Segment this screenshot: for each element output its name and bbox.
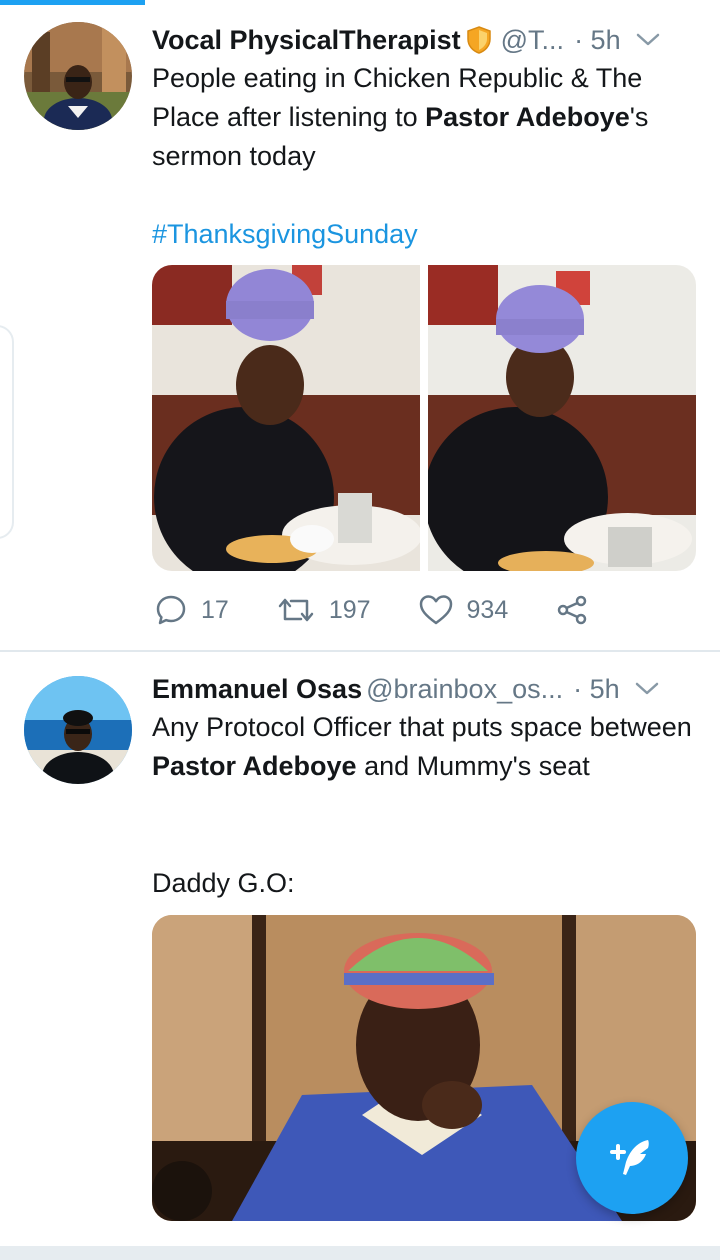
active-tab-indicator [0, 0, 145, 5]
tweet-text-bold: Pastor Adeboye [425, 102, 630, 132]
reply-button[interactable]: 17 [155, 594, 229, 626]
share-icon [558, 595, 587, 625]
tweet-text: Any Protocol Officer that puts space bet… [152, 708, 700, 786]
timestamp: · 5h [574, 24, 621, 55]
timestamp: · 5h [573, 673, 620, 704]
retweet-count: 197 [328, 595, 371, 624]
shield-badge-icon [465, 25, 493, 55]
display-name[interactable]: Emmanuel Osas [152, 674, 362, 705]
reply-count: 17 [201, 595, 229, 624]
tweet-text: People eating in Chicken Republic & The … [152, 59, 700, 176]
tweet-header: Emmanuel Osas @brainbox_os... · 5h [152, 669, 696, 709]
avatar[interactable] [24, 676, 132, 784]
tweet-text-line: Daddy G.O: [152, 864, 700, 903]
retweet-icon [278, 598, 314, 622]
tweet[interactable]: Vocal PhysicalTherapist @T... · 5h Peopl… [0, 6, 720, 652]
like-count: 934 [466, 595, 509, 624]
tweet-text-segment: Any Protocol Officer that puts space bet… [152, 712, 692, 742]
retweet-button[interactable]: 197 [277, 595, 371, 625]
heart-icon [419, 595, 452, 625]
avatar[interactable] [24, 22, 132, 130]
tweet-media-grid[interactable] [152, 265, 696, 571]
feather-plus-icon [610, 1140, 649, 1175]
like-button[interactable]: 934 [419, 594, 509, 626]
hashtag-link[interactable]: #ThanksgivingSunday [152, 219, 418, 249]
media-image[interactable] [428, 265, 696, 571]
hashtag-line: #ThanksgivingSunday [152, 215, 700, 254]
media-image[interactable] [152, 265, 420, 571]
user-handle[interactable]: @T... [501, 25, 564, 56]
share-button[interactable] [556, 594, 602, 626]
compose-tweet-button[interactable] [576, 1102, 688, 1214]
tweet-actions: 17 197 934 [155, 594, 650, 626]
tweet-text-segment: and Mummy's seat [356, 751, 590, 781]
tweet-text-bold: Pastor Adeboye [152, 751, 357, 781]
user-handle[interactable]: @brainbox_os... [366, 674, 563, 705]
bottom-navigation-edge [0, 1246, 720, 1260]
reply-icon [156, 595, 186, 625]
chevron-down-icon[interactable] [635, 30, 661, 50]
tweet-text-segment: Daddy G.O: [152, 868, 295, 898]
chevron-down-icon[interactable] [634, 679, 660, 699]
tweet-header: Vocal PhysicalTherapist @T... · 5h [152, 20, 696, 60]
display-name[interactable]: Vocal PhysicalTherapist [152, 25, 461, 56]
